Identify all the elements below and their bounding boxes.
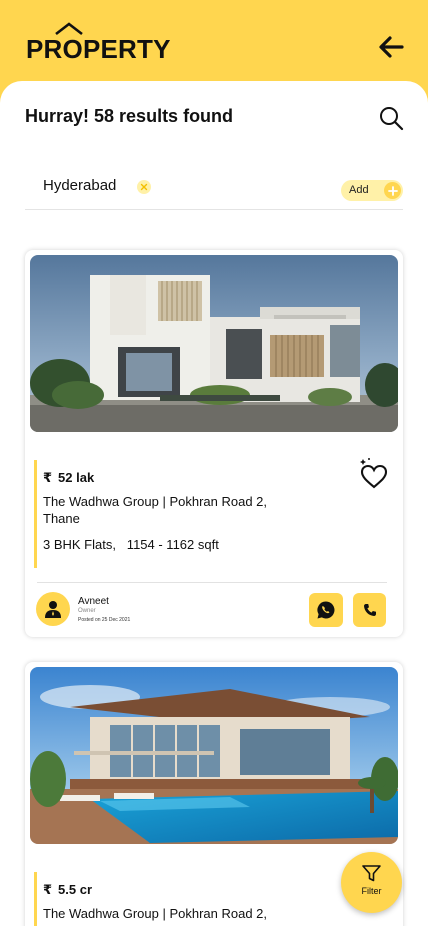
listing-accent-bar xyxy=(34,460,37,568)
favorite-button[interactable] xyxy=(359,456,389,490)
rupee-icon: ₹ xyxy=(43,882,53,897)
property-card[interactable]: ₹52 lak The Wadhwa Group | Pokhran Road … xyxy=(25,250,403,637)
close-icon xyxy=(140,183,148,191)
arrow-left-icon xyxy=(379,36,404,58)
remove-location-button[interactable] xyxy=(137,180,151,194)
listing-price: ₹52 lak xyxy=(43,470,94,486)
price-value: 52 lak xyxy=(58,470,95,485)
listing-title: The Wadhwa Group | Pokhran Road 2, Thane xyxy=(43,494,268,526)
posted-date: Posted on 25 Dec 2021 xyxy=(78,617,131,623)
search-icon xyxy=(380,107,404,131)
add-location-label: Add xyxy=(349,184,369,196)
whatsapp-button[interactable] xyxy=(309,593,343,627)
owner-role: Owner xyxy=(78,608,96,614)
heart-icon xyxy=(360,458,388,489)
results-count: Hurray! 58 results found xyxy=(25,106,234,126)
owner-avatar xyxy=(36,592,70,626)
back-button[interactable] xyxy=(376,32,406,62)
plus-icon xyxy=(384,182,401,199)
listing-price: ₹5.5 cr xyxy=(43,882,92,898)
listing-accent-bar xyxy=(34,872,37,926)
location-chip-label: Hyderabad xyxy=(43,177,117,194)
call-button[interactable] xyxy=(353,593,386,627)
price-value: 5.5 cr xyxy=(58,882,93,897)
user-icon xyxy=(45,601,61,618)
filter-icon xyxy=(362,865,381,882)
listing-title: The Wadhwa Group | Pokhran Road 2, xyxy=(43,906,268,921)
search-button[interactable] xyxy=(377,104,405,132)
location-filter-bar: Hyderabad Add xyxy=(25,168,403,210)
rupee-icon: ₹ xyxy=(43,470,53,485)
owner-name: Avneet xyxy=(78,596,109,607)
filter-label: Filter xyxy=(361,886,382,896)
card-divider xyxy=(37,582,387,583)
add-location-button[interactable]: Add xyxy=(341,180,403,201)
listing-specs: 3 BHK Flats, 1154 - 1162 sqft xyxy=(43,537,219,552)
property-photo[interactable] xyxy=(30,255,398,432)
logo-text: PROPERTY xyxy=(26,34,171,64)
property-photo[interactable] xyxy=(30,667,398,844)
filter-fab[interactable]: Filter xyxy=(341,852,402,913)
brand-logo: PROPERTY xyxy=(26,20,176,66)
phone-icon xyxy=(363,604,376,616)
whatsapp-icon xyxy=(317,601,335,619)
